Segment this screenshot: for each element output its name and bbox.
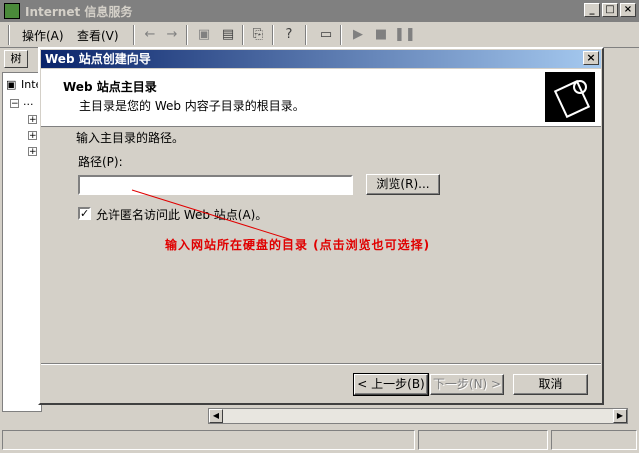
export-icon[interactable]: ⎘ — [248, 26, 268, 44]
tree-expand-icon[interactable]: − — [10, 99, 19, 109]
button-divider — [41, 363, 601, 365]
computer-icon[interactable]: ▭ — [316, 26, 336, 44]
pause-icon[interactable]: ❚❚ — [394, 26, 416, 44]
wizard-header: Web 站点主目录 主目录是您的 Web 内容子目录的根目录。 — [41, 69, 601, 127]
toolbar-separator — [186, 25, 188, 45]
menu-toolbar: 操作(A) 查看(V) ← → ▣ ▤ ⎘ ? ▭ ▶ ■ ❚❚ — [0, 22, 639, 48]
close-button[interactable]: × — [620, 3, 636, 17]
scroll-left-icon[interactable]: ◀ — [209, 409, 223, 423]
properties-icon[interactable]: ▤ — [218, 26, 238, 44]
horizontal-scrollbar[interactable]: ◀ ▶ — [208, 408, 628, 424]
toolbar-separator — [133, 25, 135, 45]
allow-anonymous-checkbox[interactable]: ✓ — [78, 207, 91, 220]
status-cell — [2, 430, 415, 450]
next-button[interactable]: 下一步(N) > — [430, 374, 504, 395]
iis-app-icon — [4, 3, 20, 19]
back-button[interactable]: < 上一步(B) — [353, 373, 429, 396]
scroll-right-icon[interactable]: ▶ — [613, 409, 627, 423]
status-bar — [2, 430, 637, 450]
path-input[interactable] — [78, 175, 353, 195]
tree-expand-icon[interactable]: + — [28, 131, 37, 141]
back-arrow-icon[interactable]: ← — [140, 26, 160, 44]
wizard-title: Web 站点创建向导 — [45, 52, 151, 66]
tab-tree[interactable]: 树 — [4, 50, 28, 68]
tree-pane[interactable]: ▣ Inte − ... + + + — [2, 72, 42, 412]
tree-expand-icon[interactable]: + — [28, 147, 37, 157]
toolbar-separator — [242, 25, 244, 45]
path-instruction: 输入主目录的路径。 — [76, 131, 185, 145]
toolbar-separator — [340, 25, 342, 45]
window-title: Internet 信息服务 — [25, 4, 133, 19]
header-subtitle: 主目录是您的 Web 内容子目录的根目录。 — [79, 99, 305, 113]
toolbar-grip — [8, 25, 10, 45]
tree-child-label[interactable]: ... — [23, 95, 34, 108]
header-title: Web 站点主目录 — [63, 80, 157, 94]
wizard-book-icon — [545, 72, 595, 122]
forward-arrow-icon[interactable]: → — [162, 26, 182, 44]
play-icon[interactable]: ▶ — [348, 26, 368, 44]
browse-button[interactable]: 浏览(R)... — [366, 174, 440, 195]
toolbar-separator — [272, 25, 274, 45]
main-title-bar: Internet 信息服务 _ □ × — [0, 0, 639, 22]
toolbar-separator — [305, 25, 307, 45]
stop-icon[interactable]: ■ — [371, 26, 391, 44]
help-icon[interactable]: ? — [279, 26, 299, 44]
wizard-title-bar: Web 站点创建向导 — [41, 50, 601, 68]
status-cell — [551, 430, 637, 450]
annotation-text: 输入网站所在硬盘的目录 (点击浏览也可选择) — [165, 238, 431, 252]
tree-expand-icon[interactable]: + — [28, 115, 37, 125]
wizard-close-button[interactable]: × — [583, 51, 599, 65]
status-cell — [418, 430, 548, 450]
menu-view[interactable]: 查看(V) — [77, 27, 119, 44]
tree-root-icon: ▣ — [6, 78, 17, 91]
maximize-button[interactable]: □ — [602, 3, 618, 17]
folder-icon[interactable]: ▣ — [194, 26, 214, 44]
menu-action[interactable]: 操作(A) — [22, 27, 64, 44]
web-site-wizard-dialog: Web 站点创建向导 × Web 站点主目录 主目录是您的 Web 内容子目录的… — [38, 47, 604, 405]
cancel-button[interactable]: 取消 — [513, 374, 588, 395]
path-label: 路径(P): — [78, 155, 123, 169]
allow-anonymous-label[interactable]: 允许匿名访问此 Web 站点(A)。 — [96, 206, 267, 223]
minimize-button[interactable]: _ — [584, 3, 600, 17]
